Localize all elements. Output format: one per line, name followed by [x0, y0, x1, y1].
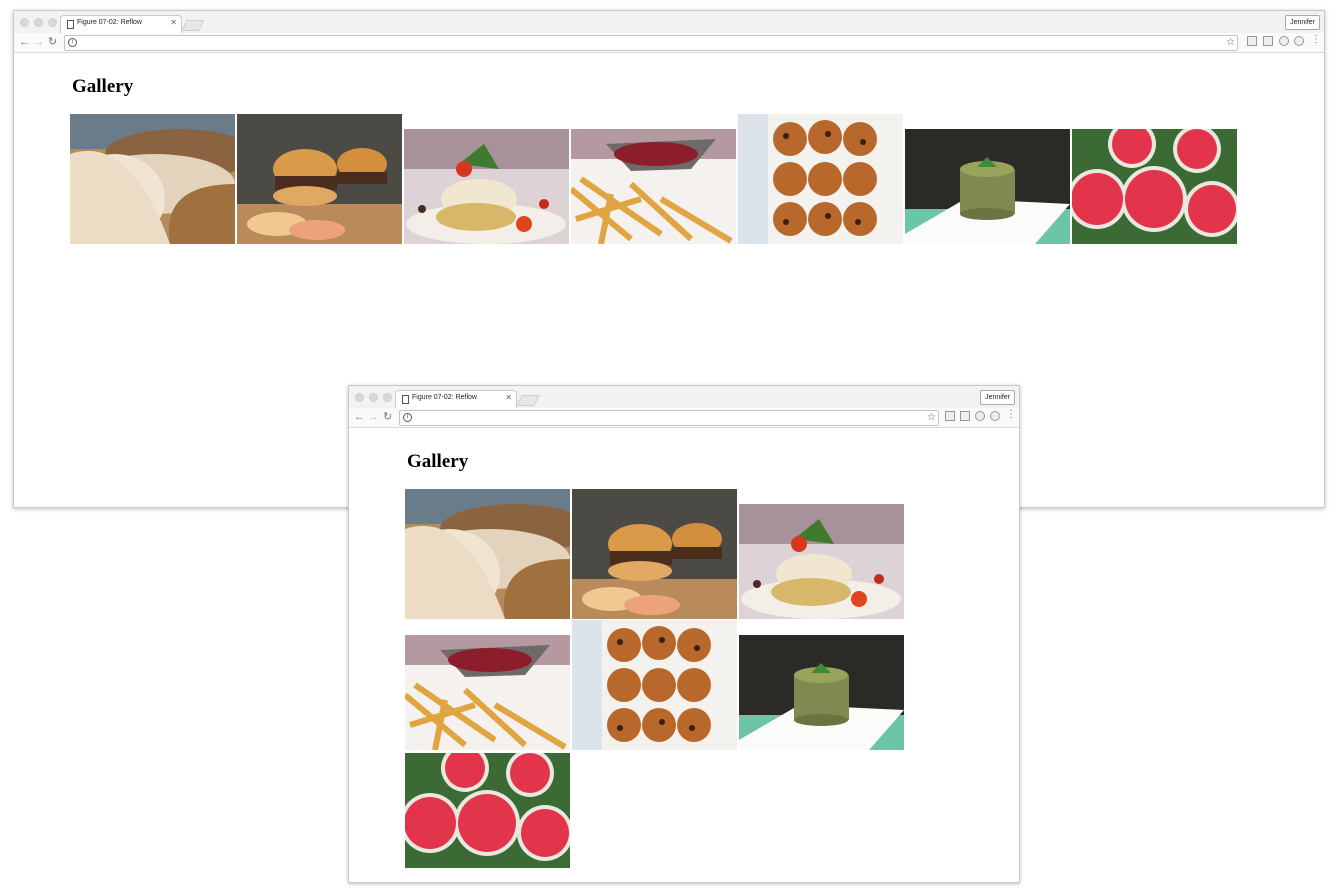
minimize-window-icon[interactable]	[369, 393, 378, 402]
close-window-icon[interactable]	[20, 18, 29, 27]
document-icon	[402, 395, 409, 404]
tab-title: Figure 07-02: Reflow	[412, 394, 477, 401]
muffin-tray-image	[738, 114, 903, 244]
bookmark-star-icon[interactable]: ☆	[1226, 36, 1235, 49]
fish-plate-image	[739, 504, 904, 619]
menu-dots-icon[interactable]: ⋮	[1311, 34, 1321, 46]
back-arrow-icon[interactable]: ←	[19, 36, 30, 48]
reload-icon[interactable]: ↻	[383, 411, 392, 423]
fries-photo	[405, 635, 570, 750]
extension-icon[interactable]	[975, 411, 985, 421]
browser-toolbar: ← → ↻ i ☆ ⋮	[349, 408, 1019, 428]
bread-photo	[70, 114, 235, 244]
fish-plate-image	[404, 129, 569, 244]
burger-image	[237, 114, 402, 244]
window-controls[interactable]	[355, 393, 392, 402]
grain-salad-image	[739, 635, 904, 750]
tab-title: Figure 07-02: Reflow	[77, 19, 142, 26]
menu-dots-icon[interactable]: ⋮	[1006, 409, 1016, 421]
fries-photo	[571, 129, 736, 244]
extension-icon[interactable]	[1263, 36, 1273, 46]
bread-photo	[405, 489, 570, 619]
maximize-window-icon[interactable]	[48, 18, 57, 27]
info-icon[interactable]: i	[403, 413, 412, 422]
muffin-tray-image	[572, 620, 737, 750]
tab-bar: Figure 07-02: Reflow ✕ Jennifer	[14, 11, 1324, 34]
new-tab-button[interactable]	[516, 395, 540, 406]
fries-sauce-image	[571, 129, 736, 244]
forward-arrow-icon[interactable]: →	[33, 36, 44, 48]
window-controls[interactable]	[20, 18, 57, 27]
extension-icon[interactable]	[945, 411, 955, 421]
info-circle-icon[interactable]	[1294, 36, 1304, 46]
browser-toolbar: ← → ↻ i ☆ ⋮	[14, 33, 1324, 53]
bread-loaf-image	[405, 489, 570, 619]
fish-dish-photo	[404, 129, 569, 244]
back-arrow-icon[interactable]: ←	[354, 411, 365, 423]
profile-button[interactable]: Jennifer	[1285, 15, 1320, 30]
info-circle-icon[interactable]	[990, 411, 1000, 421]
burgers-photo	[572, 489, 737, 619]
tab-bar: Figure 07-02: Reflow ✕ Jennifer	[349, 386, 1019, 409]
maximize-window-icon[interactable]	[383, 393, 392, 402]
address-bar[interactable]: i ☆	[64, 35, 1238, 51]
page-title: Gallery	[407, 451, 469, 472]
watermelon-photo	[1072, 129, 1237, 244]
extension-icon[interactable]	[1279, 36, 1289, 46]
watermelon-slices-image	[1072, 129, 1237, 244]
reload-icon[interactable]: ↻	[48, 36, 57, 48]
new-tab-button[interactable]	[181, 20, 205, 31]
close-tab-icon[interactable]: ✕	[170, 18, 177, 27]
tabbouleh-photo	[739, 635, 904, 750]
address-bar[interactable]: i ☆	[399, 410, 939, 426]
page-content: Gallery	[349, 428, 1019, 882]
page-title: Gallery	[72, 76, 134, 97]
bookmark-star-icon[interactable]: ☆	[927, 411, 936, 424]
tabbouleh-photo	[905, 129, 1070, 244]
close-window-icon[interactable]	[355, 393, 364, 402]
tab-reflow[interactable]: Figure 07-02: Reflow ✕	[395, 390, 517, 409]
info-icon[interactable]: i	[68, 38, 77, 47]
watermelon-slices-image	[405, 753, 570, 868]
burger-image	[572, 489, 737, 619]
minimize-window-icon[interactable]	[34, 18, 43, 27]
document-icon	[67, 20, 74, 29]
fries-sauce-image	[405, 635, 570, 750]
watermelon-photo	[405, 753, 570, 868]
extension-icon[interactable]	[1247, 36, 1257, 46]
muffins-photo	[572, 620, 737, 750]
forward-arrow-icon[interactable]: →	[368, 411, 379, 423]
browser-window-narrow: Figure 07-02: Reflow ✕ Jennifer ← → ↻ i …	[348, 385, 1020, 883]
tab-reflow[interactable]: Figure 07-02: Reflow ✕	[60, 15, 182, 34]
profile-button[interactable]: Jennifer	[980, 390, 1015, 405]
burgers-photo	[237, 114, 402, 244]
fish-dish-photo	[739, 504, 904, 619]
extension-icon[interactable]	[960, 411, 970, 421]
bread-loaf-image	[70, 114, 235, 244]
muffins-photo	[738, 114, 903, 244]
grain-salad-image	[905, 129, 1070, 244]
close-tab-icon[interactable]: ✕	[505, 393, 512, 402]
